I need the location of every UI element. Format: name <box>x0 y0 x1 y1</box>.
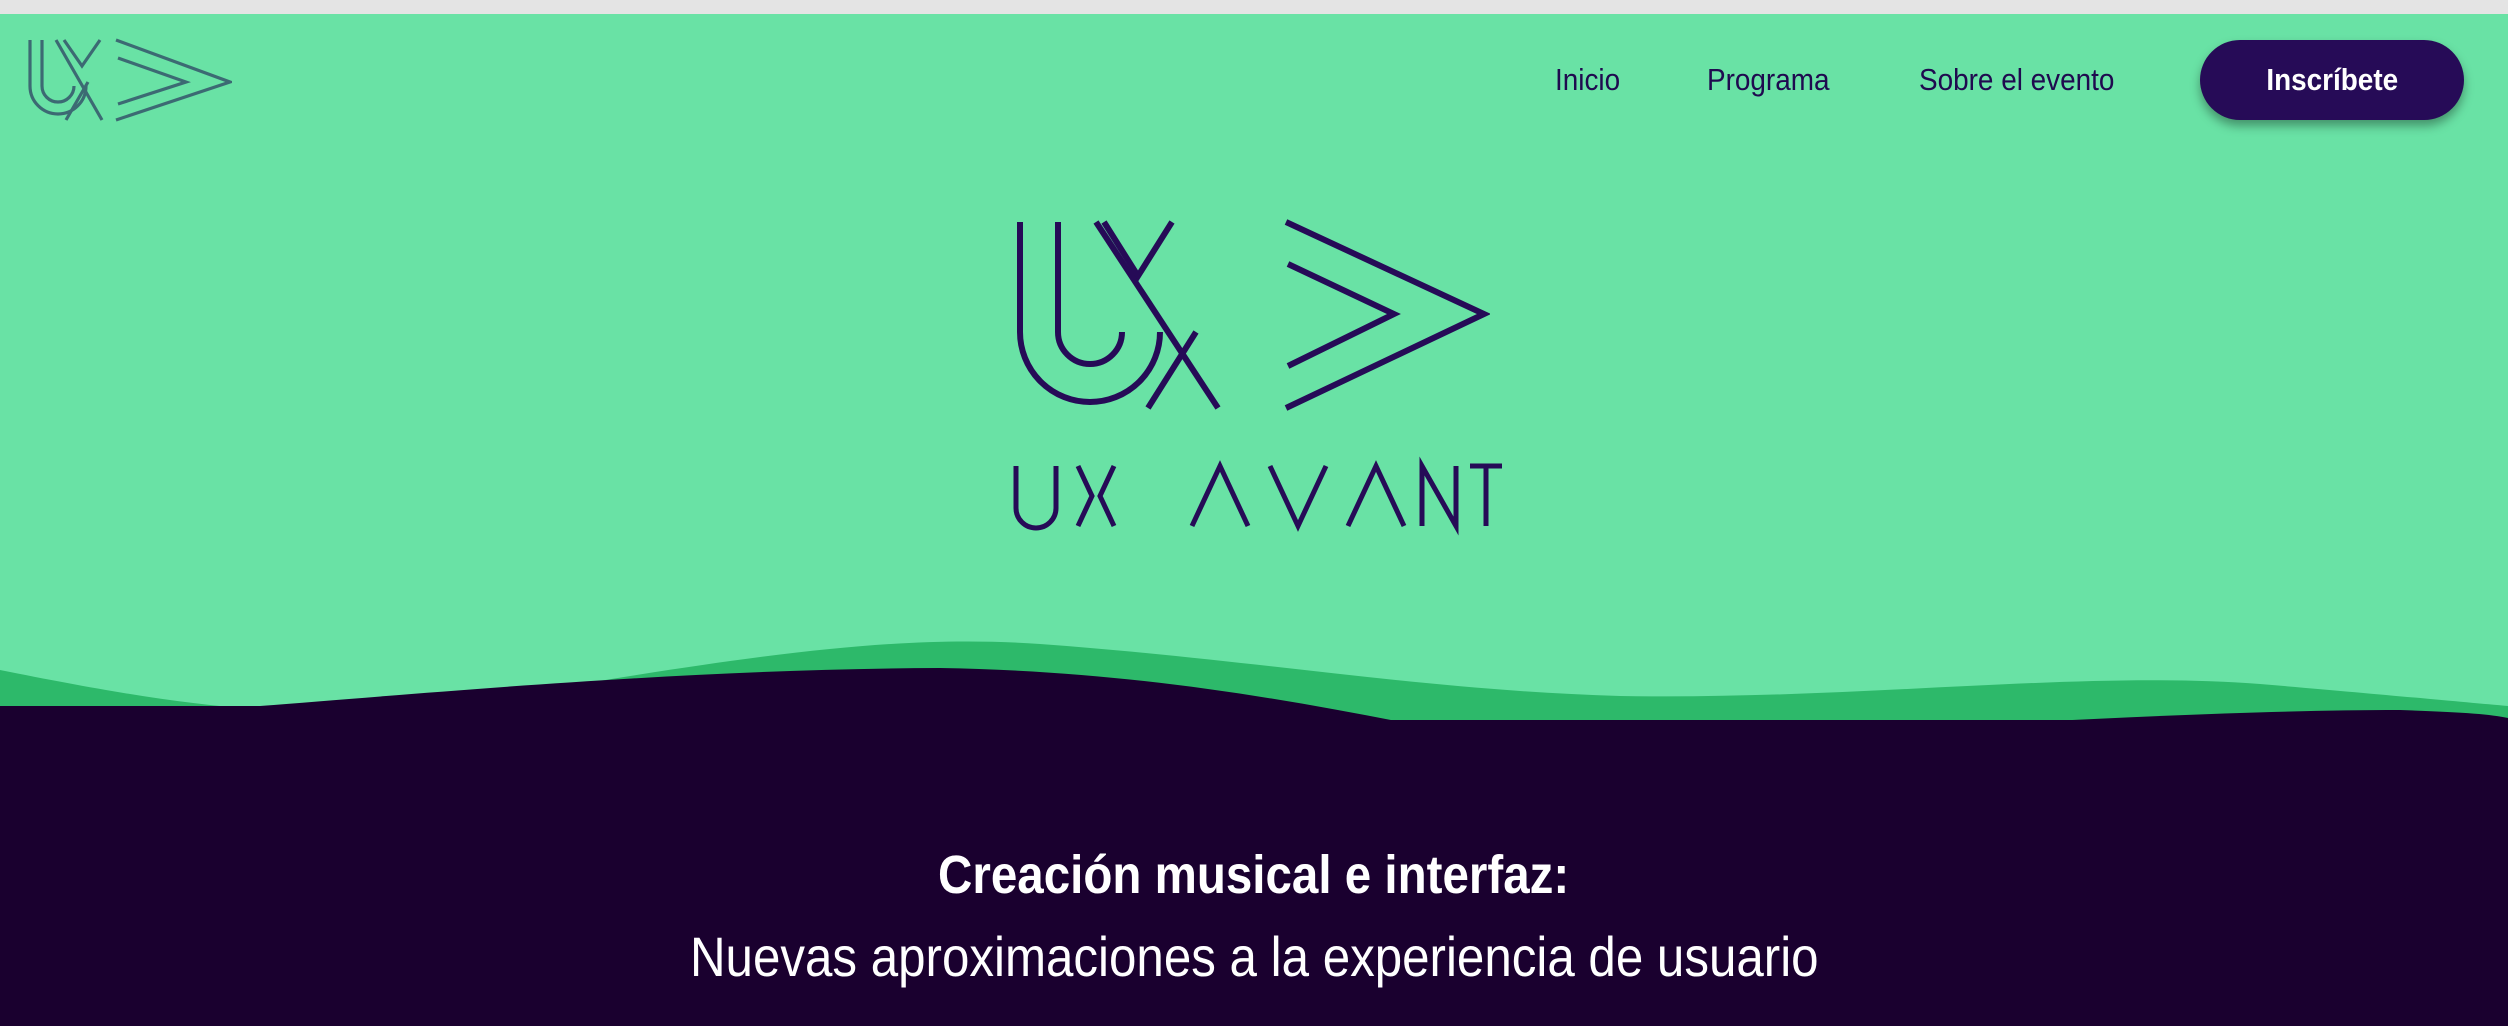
page: Inicio Programa Sobre el evento Inscríbe… <box>0 0 2508 1026</box>
wave-divider <box>0 641 2508 734</box>
header-logo-icon[interactable] <box>26 38 232 124</box>
signup-button-label: Inscríbete <box>2266 62 2398 97</box>
hero-logo-icon <box>1017 219 1490 411</box>
browser-top-strip <box>0 0 2508 14</box>
event-title: Creación musical e interfaz: <box>0 844 2508 906</box>
ux-avant-wordmark <box>1013 456 1502 536</box>
nav-link-programa[interactable]: Programa <box>1707 62 1829 98</box>
event-title-text: Creación musical e interfaz: <box>938 845 1570 905</box>
hero-section: Inicio Programa Sobre el evento Inscríbe… <box>0 14 2508 1026</box>
nav-link-sobre-el-evento[interactable]: Sobre el evento <box>1919 62 2114 98</box>
nav-link-inicio[interactable]: Inicio <box>1555 62 1620 98</box>
event-subtitle-text: Nuevas aproximaciones a la experiencia d… <box>689 925 1819 988</box>
signup-button[interactable]: Inscríbete <box>2200 40 2464 120</box>
event-subtitle: Nuevas aproximaciones a la experiencia d… <box>0 924 2508 989</box>
